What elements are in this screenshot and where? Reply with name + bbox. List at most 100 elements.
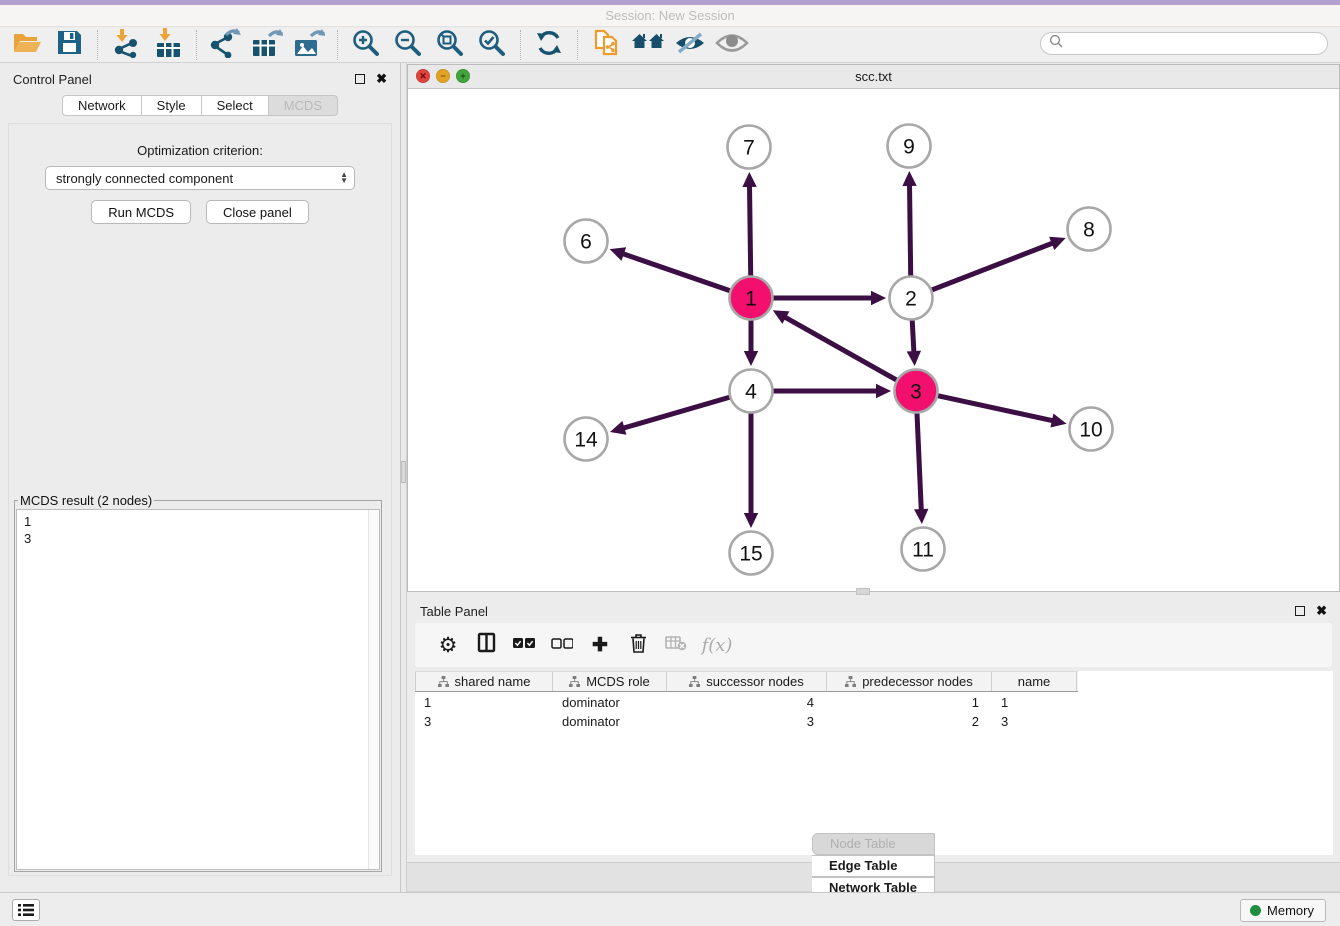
function-builder-button[interactable]: f(x) bbox=[695, 626, 733, 664]
tab-edge-table[interactable]: Edge Table bbox=[812, 855, 935, 877]
horizontal-splitter-handle[interactable] bbox=[856, 588, 870, 595]
zoom-out-icon bbox=[393, 28, 423, 63]
graph-edge-4-14[interactable] bbox=[622, 397, 730, 429]
hide-all-columns-button[interactable] bbox=[543, 626, 581, 664]
open-button[interactable] bbox=[6, 29, 48, 61]
float-table-panel-icon[interactable] bbox=[1295, 606, 1305, 616]
column-header-shared-name[interactable]: shared name bbox=[415, 672, 553, 691]
tab-style[interactable]: Style bbox=[142, 95, 202, 116]
table-panel-title: Table Panel bbox=[420, 604, 488, 619]
titlebar: Session: New Session bbox=[0, 5, 1340, 27]
result-scrollbar[interactable] bbox=[368, 510, 379, 869]
status-bar: Memory bbox=[0, 892, 1340, 926]
run-mcds-button[interactable]: Run MCDS bbox=[91, 200, 191, 224]
graph-edge-2-9[interactable] bbox=[910, 184, 911, 277]
select-columns-button[interactable] bbox=[467, 626, 505, 664]
cell-name[interactable]: 1 bbox=[992, 695, 1077, 711]
export-network-button[interactable] bbox=[204, 29, 246, 61]
home-view-button[interactable] bbox=[627, 29, 669, 61]
zoom-in-button[interactable] bbox=[345, 29, 387, 61]
network-canvas[interactable]: 7968124314101511 bbox=[408, 89, 1339, 591]
column-header-successor-nodes[interactable]: successor nodes bbox=[667, 672, 827, 691]
cell-shared-name[interactable]: 3 bbox=[415, 714, 553, 730]
cell-shared-name[interactable]: 1 bbox=[415, 695, 553, 711]
zoom-fit-button[interactable] bbox=[429, 29, 471, 61]
zoom-selected-button[interactable] bbox=[471, 29, 513, 61]
zoom-fit-icon bbox=[435, 28, 465, 63]
column-header-mcds-role[interactable]: MCDS role bbox=[553, 672, 667, 691]
hide-graphics-details-button[interactable] bbox=[669, 29, 711, 61]
window-minimize-icon[interactable]: − bbox=[436, 69, 450, 83]
memory-button[interactable]: Memory bbox=[1240, 899, 1326, 922]
float-panel-icon[interactable] bbox=[355, 74, 365, 84]
window-title: Session: New Session bbox=[605, 8, 734, 23]
graph-arrowhead bbox=[876, 384, 891, 398]
eye-icon bbox=[715, 31, 749, 60]
network-file-icon bbox=[592, 28, 621, 63]
cell-mcds-role[interactable]: dominator bbox=[553, 695, 667, 711]
splitter-handle[interactable] bbox=[401, 461, 406, 483]
graph-edge-1-6[interactable] bbox=[622, 253, 731, 291]
cell-successor-nodes[interactable]: 3 bbox=[667, 714, 827, 730]
graph-node-label: 4 bbox=[745, 381, 757, 404]
graph-node-label: 10 bbox=[1079, 419, 1102, 442]
cell-predecessor-nodes[interactable]: 2 bbox=[827, 714, 992, 730]
create-column-button[interactable]: ✚ bbox=[581, 626, 619, 664]
plus-icon: ✚ bbox=[592, 634, 608, 657]
table-row[interactable]: 1 dominator 4 1 1 bbox=[415, 695, 1333, 711]
column-header-predecessor-nodes[interactable]: predecessor nodes bbox=[827, 672, 992, 691]
graph-edge-2-8[interactable] bbox=[931, 243, 1054, 291]
import-table-button[interactable] bbox=[147, 29, 189, 61]
search-input[interactable] bbox=[1063, 34, 1327, 53]
home-houses-icon bbox=[631, 30, 665, 61]
window-zoom-icon[interactable]: + bbox=[456, 69, 470, 83]
task-history-button[interactable] bbox=[12, 899, 40, 921]
graph-edge-1-7[interactable] bbox=[750, 185, 751, 277]
node-table: shared name MCDS role successor nodes pr… bbox=[415, 671, 1333, 855]
unchecked-boxes-icon bbox=[551, 636, 573, 654]
close-panel-button[interactable]: Close panel bbox=[206, 200, 309, 224]
export-image-button[interactable] bbox=[288, 29, 330, 61]
table-settings-button[interactable]: ⚙ bbox=[429, 626, 467, 664]
zoom-out-button[interactable] bbox=[387, 29, 429, 61]
tab-mcds[interactable]: MCDS bbox=[269, 95, 338, 116]
table-row[interactable]: 3 dominator 3 2 3 bbox=[415, 714, 1333, 730]
graph-arrowhead bbox=[610, 247, 627, 261]
table-panel: Table Panel ✖ ⚙ ✚ bbox=[407, 595, 1340, 892]
close-table-panel-icon[interactable]: ✖ bbox=[1316, 606, 1327, 616]
graph-edge-2-3[interactable] bbox=[912, 319, 914, 353]
refresh-icon bbox=[534, 28, 564, 63]
refresh-button[interactable] bbox=[528, 29, 570, 61]
close-panel-icon[interactable]: ✖ bbox=[376, 74, 387, 84]
graph-edge-3-10[interactable] bbox=[937, 395, 1054, 420]
search-icon bbox=[1049, 34, 1063, 53]
export-table-button[interactable] bbox=[246, 29, 288, 61]
cell-successor-nodes[interactable]: 4 bbox=[667, 695, 827, 711]
mcds-result-textarea[interactable]: 1 3 bbox=[16, 509, 380, 870]
save-button[interactable] bbox=[48, 29, 90, 61]
cell-name[interactable]: 3 bbox=[992, 714, 1077, 730]
tab-select[interactable]: Select bbox=[202, 95, 269, 116]
graph-node-label: 7 bbox=[743, 137, 755, 160]
memory-status-icon bbox=[1250, 905, 1261, 916]
show-graphics-details-button[interactable] bbox=[711, 29, 753, 61]
import-network-button[interactable] bbox=[105, 29, 147, 61]
network-graph[interactable]: 7968124314101511 bbox=[408, 89, 1339, 591]
tab-node-table[interactable]: Node Table bbox=[812, 833, 935, 855]
network-file-button[interactable] bbox=[585, 29, 627, 61]
graph-edge-3-1[interactable] bbox=[784, 317, 898, 381]
window-close-icon[interactable]: ✕ bbox=[416, 69, 430, 83]
cell-mcds-role[interactable]: dominator bbox=[553, 714, 667, 730]
show-all-columns-button[interactable] bbox=[505, 626, 543, 664]
tab-network[interactable]: Network bbox=[62, 95, 142, 116]
select-stepper-icon: ▲▼ bbox=[340, 172, 348, 184]
delete-table-button[interactable] bbox=[657, 626, 695, 664]
search-field[interactable] bbox=[1040, 32, 1328, 55]
control-panel-header: Control Panel ✖ bbox=[0, 63, 400, 95]
column-header-name[interactable]: name bbox=[992, 672, 1077, 691]
delete-column-button[interactable] bbox=[619, 626, 657, 664]
optimization-criterion-select[interactable]: strongly connected component ▲▼ bbox=[45, 166, 355, 190]
cell-predecessor-nodes[interactable]: 1 bbox=[827, 695, 992, 711]
graph-edge-3-11[interactable] bbox=[917, 412, 921, 511]
vertical-splitter[interactable] bbox=[400, 63, 407, 892]
